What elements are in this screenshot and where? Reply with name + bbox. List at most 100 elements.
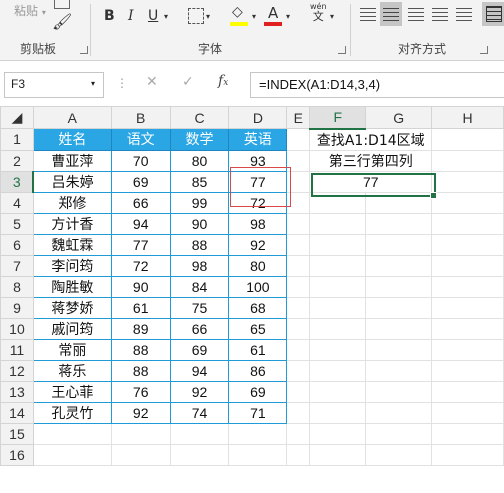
- score-cell[interactable]: 74: [169, 401, 230, 424]
- cell[interactable]: [431, 296, 504, 319]
- name-cell[interactable]: 魏虹霖: [32, 233, 112, 256]
- cell[interactable]: [365, 401, 433, 424]
- insert-function-icon[interactable]: fx: [218, 73, 228, 89]
- cell[interactable]: [286, 233, 311, 256]
- format-painter-icon[interactable]: 🖌: [52, 12, 72, 31]
- formula-input[interactable]: =INDEX(A1:D14,3,4): [250, 72, 504, 98]
- cell[interactable]: [169, 422, 230, 445]
- score-cell[interactable]: 93: [228, 149, 288, 172]
- cell[interactable]: [431, 317, 504, 340]
- border-dropdown-icon[interactable]: ▾: [206, 12, 210, 21]
- cell[interactable]: [110, 422, 171, 445]
- cell[interactable]: [431, 254, 504, 277]
- cell[interactable]: [365, 191, 433, 214]
- cell[interactable]: [431, 422, 504, 445]
- copy-icon[interactable]: [54, 0, 70, 9]
- cell[interactable]: [365, 422, 433, 445]
- cell[interactable]: [365, 380, 433, 403]
- cell[interactable]: [431, 191, 504, 214]
- row-header[interactable]: 15: [0, 422, 34, 445]
- cell[interactable]: [365, 233, 433, 256]
- align-right-icon[interactable]: [408, 8, 424, 22]
- select-all-corner[interactable]: ◢: [0, 106, 34, 129]
- column-header-b[interactable]: B: [110, 106, 171, 129]
- cell[interactable]: [431, 338, 504, 361]
- name-cell[interactable]: 戚问筠: [32, 317, 112, 340]
- cell[interactable]: [309, 359, 367, 382]
- fill-dropdown-icon[interactable]: ▾: [252, 12, 256, 21]
- score-cell[interactable]: 88: [169, 233, 230, 256]
- score-cell[interactable]: 65: [228, 317, 288, 340]
- row-header[interactable]: 3: [0, 170, 35, 193]
- row-header[interactable]: 13: [0, 380, 34, 403]
- cell[interactable]: [365, 317, 433, 340]
- score-cell[interactable]: 92: [228, 233, 288, 256]
- column-header-d[interactable]: D: [228, 106, 288, 129]
- cell[interactable]: [309, 443, 367, 466]
- fill-color-icon[interactable]: ◇: [232, 4, 243, 20]
- font-color-button[interactable]: A: [268, 4, 278, 22]
- phonetic-button[interactable]: wén 文: [310, 2, 327, 22]
- cell[interactable]: [286, 212, 311, 235]
- score-cell[interactable]: 84: [169, 275, 230, 298]
- score-cell[interactable]: 98: [169, 254, 230, 277]
- cell[interactable]: [309, 254, 367, 277]
- column-header-g[interactable]: G: [365, 106, 433, 129]
- score-cell[interactable]: 92: [169, 380, 230, 403]
- score-cell[interactable]: 99: [169, 191, 230, 214]
- column-header-f[interactable]: F: [309, 106, 367, 130]
- name-cell[interactable]: 王心菲: [32, 380, 112, 403]
- row-header[interactable]: 11: [0, 338, 34, 361]
- cell[interactable]: [286, 254, 311, 277]
- row-header[interactable]: 12: [0, 359, 34, 382]
- score-cell[interactable]: 66: [110, 191, 171, 214]
- cell[interactable]: [110, 443, 171, 466]
- column-header-c[interactable]: C: [169, 106, 230, 129]
- score-cell[interactable]: 71: [228, 401, 288, 424]
- row-header[interactable]: 16: [0, 443, 34, 466]
- clipboard-launcher-icon[interactable]: [80, 46, 88, 54]
- cell[interactable]: [32, 443, 112, 466]
- row-header[interactable]: 6: [0, 233, 34, 256]
- cell[interactable]: [286, 149, 311, 172]
- score-cell[interactable]: 72: [228, 191, 288, 214]
- name-box-dropdown-icon[interactable]: ▾: [91, 79, 95, 88]
- cell[interactable]: [286, 317, 311, 340]
- cell[interactable]: [286, 191, 311, 214]
- score-cell[interactable]: 76: [110, 380, 171, 403]
- align-left-icon[interactable]: [360, 8, 376, 22]
- score-cell[interactable]: 69: [110, 170, 171, 193]
- name-cell[interactable]: 吕朱婷: [32, 170, 112, 193]
- cell[interactable]: [431, 359, 504, 382]
- table-header-cell[interactable]: 语文: [110, 128, 171, 151]
- decrease-indent-icon[interactable]: [432, 8, 448, 22]
- cell[interactable]: [286, 275, 311, 298]
- row-header[interactable]: 2: [0, 149, 34, 172]
- cell[interactable]: [365, 254, 433, 277]
- score-cell[interactable]: 88: [110, 338, 171, 361]
- score-cell[interactable]: 66: [169, 317, 230, 340]
- name-box[interactable]: F3 ▾: [4, 72, 104, 98]
- cell[interactable]: [431, 380, 504, 403]
- score-cell[interactable]: 85: [169, 170, 230, 193]
- cell[interactable]: [286, 443, 311, 466]
- table-header-cell[interactable]: 姓名: [32, 128, 112, 151]
- cell[interactable]: [286, 338, 311, 361]
- row-header[interactable]: 14: [0, 401, 34, 424]
- note-line-1[interactable]: 查找A1:D14区域: [309, 128, 433, 151]
- column-header-e[interactable]: E: [286, 106, 311, 129]
- cell[interactable]: [431, 233, 504, 256]
- table-header-cell[interactable]: 英语: [228, 128, 288, 151]
- cell[interactable]: [169, 443, 230, 466]
- name-cell[interactable]: 曹亚萍: [32, 149, 112, 172]
- cell[interactable]: [431, 128, 504, 151]
- underline-button[interactable]: U: [148, 8, 158, 24]
- row-header[interactable]: 10: [0, 317, 34, 340]
- cell[interactable]: [309, 317, 367, 340]
- formula-bar-grip-icon[interactable]: ⋮: [116, 76, 128, 90]
- row-header[interactable]: 9: [0, 296, 34, 319]
- note-line-2[interactable]: 第三行第四列: [309, 149, 433, 172]
- result-cell[interactable]: 77: [309, 170, 433, 193]
- score-cell[interactable]: 72: [110, 254, 171, 277]
- cell[interactable]: [431, 149, 504, 172]
